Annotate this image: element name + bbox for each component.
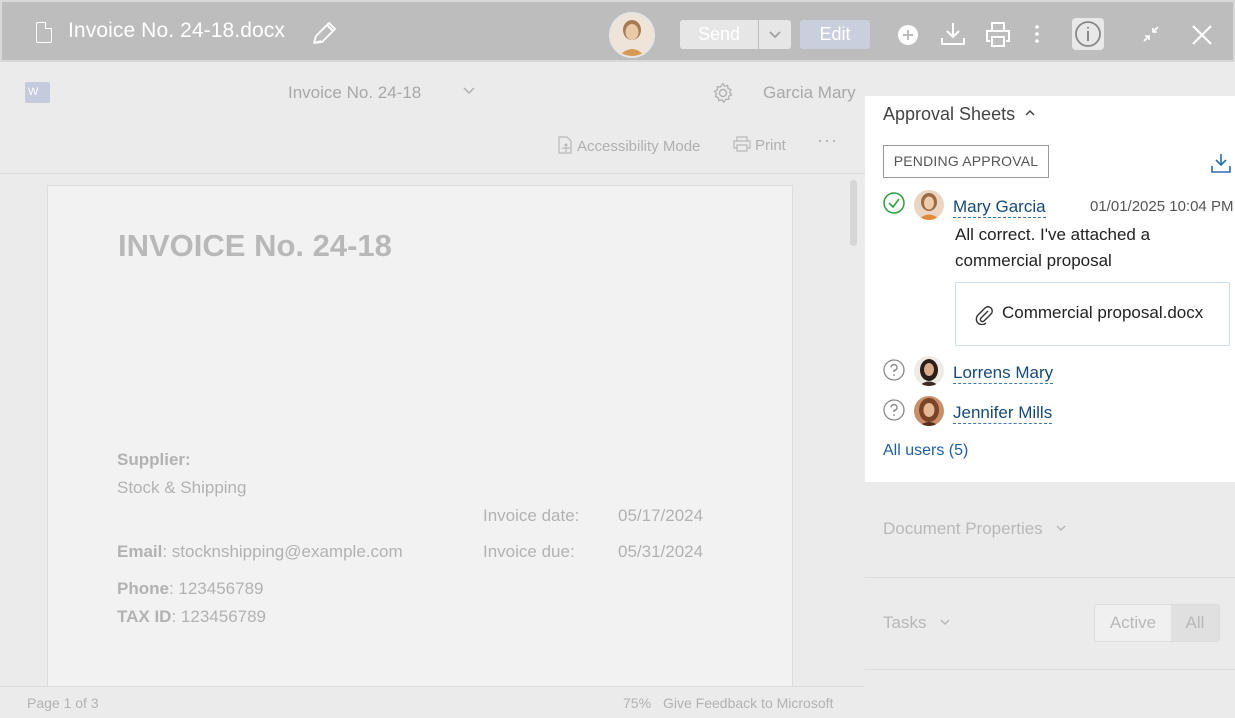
- tasks-filter-toggle: Active All: [1094, 604, 1220, 642]
- send-button[interactable]: Send: [680, 20, 758, 49]
- avatar: [914, 396, 944, 426]
- approval-comment: All correct. I've attached a commercial …: [955, 225, 1151, 270]
- settings-gear-icon[interactable]: [712, 82, 734, 104]
- filter-all-button[interactable]: All: [1171, 605, 1219, 641]
- page-indicator: Page 1 of 3: [27, 695, 99, 711]
- invoice-due-value: 05/31/2024: [618, 542, 704, 561]
- viewer-more-button[interactable]: ···: [817, 130, 838, 151]
- user-avatar[interactable]: [609, 12, 655, 58]
- chevron-down-icon: [769, 31, 781, 39]
- attachment-name: Commercial proposal.docx: [1002, 303, 1204, 322]
- chevron-up-icon[interactable]: [1024, 109, 1036, 117]
- approval-status-badge: PENDING APPROVAL: [883, 145, 1049, 178]
- info-icon[interactable]: [1071, 17, 1105, 51]
- invoice-date-value: 05/17/2024: [618, 506, 704, 525]
- avatar: [914, 190, 944, 220]
- viewer-user-name[interactable]: Garcia Mary: [763, 83, 856, 103]
- send-dropdown-button[interactable]: [759, 20, 791, 49]
- avatar: [914, 356, 944, 386]
- window-header: Invoice No. 24-18.docx Send Edit: [0, 0, 1235, 62]
- attachment-card[interactable]: Commercial proposal.docx: [955, 282, 1230, 346]
- rename-pencil-icon[interactable]: [310, 21, 338, 47]
- viewer-status-bar: Page 1 of 3 75% Give Feedback to Microso…: [0, 686, 865, 718]
- print-icon[interactable]: [984, 20, 1012, 48]
- zoom-level[interactable]: 75%: [623, 695, 651, 711]
- feedback-link[interactable]: Give Feedback to Microsoft: [663, 695, 833, 711]
- paperclip-icon: [975, 306, 993, 325]
- section-divider: [865, 577, 1235, 578]
- document-properties-section[interactable]: Document Properties: [883, 519, 1067, 539]
- minimize-icon[interactable]: [1142, 25, 1160, 43]
- chevron-down-icon[interactable]: [462, 86, 476, 96]
- tasks-section[interactable]: Tasks: [883, 613, 951, 633]
- download-icon[interactable]: [939, 20, 967, 48]
- more-vertical-icon[interactable]: [1032, 24, 1042, 44]
- edit-button[interactable]: Edit: [800, 20, 870, 49]
- accessibility-mode-button[interactable]: Accessibility Mode: [557, 136, 700, 155]
- supplier-phone: Phone: 123456789: [117, 579, 264, 598]
- print-label: Print: [755, 137, 786, 154]
- pending-question-icon: [883, 359, 905, 381]
- approver-name-link[interactable]: Jennifer Mills: [953, 403, 1053, 424]
- document-viewer: W Invoice No. 24-18 Garcia Mary Accessib…: [0, 62, 865, 718]
- toolbar-divider: [0, 173, 865, 174]
- document-icon: [36, 22, 52, 43]
- approved-check-icon: [883, 192, 905, 214]
- close-icon[interactable]: [1191, 24, 1213, 46]
- pending-question-icon: [883, 399, 905, 421]
- viewer-doc-name[interactable]: Invoice No. 24-18: [288, 83, 421, 103]
- approver-name-link[interactable]: Lorrens Mary: [953, 363, 1054, 384]
- supplier-name: Stock & Shipping: [117, 478, 247, 497]
- approver-name-link[interactable]: Mary Garcia: [953, 197, 1046, 218]
- supplier-email: Email: stocknshipping@example.com: [117, 542, 403, 561]
- invoice-title: INVOICE No. 24-18: [118, 228, 392, 263]
- tasks-label: Tasks: [883, 613, 927, 632]
- document-page: INVOICE No. 24-18 Supplier: Stock & Ship…: [47, 185, 793, 705]
- print-icon: [733, 136, 751, 152]
- invoice-due-label: Invoice due:: [483, 542, 575, 561]
- all-users-link[interactable]: All users (5): [883, 442, 968, 460]
- accessibility-label: Accessibility Mode: [577, 138, 701, 155]
- accessibility-icon: [558, 136, 572, 154]
- viewer-print-button[interactable]: Print: [733, 136, 786, 154]
- window-title: Invoice No. 24-18.docx: [68, 19, 285, 42]
- approval-sheets-panel: Approval Sheets PENDING APPROVAL Mary Ga…: [865, 96, 1235, 482]
- word-logo: W: [25, 82, 50, 103]
- approval-sheets-heading[interactable]: Approval Sheets: [883, 104, 1015, 125]
- download-approval-icon[interactable]: [1210, 152, 1232, 174]
- approval-timestamp: 01/01/2025 10:04 PM: [1090, 198, 1234, 215]
- chevron-down-icon: [1056, 525, 1066, 532]
- add-icon[interactable]: [897, 24, 919, 46]
- invoice-date-label: Invoice date:: [483, 506, 580, 525]
- filter-active-button[interactable]: Active: [1095, 605, 1171, 641]
- document-properties-label: Document Properties: [883, 519, 1043, 538]
- supplier-tax-id: TAX ID: 123456789: [117, 607, 267, 626]
- document-scrollbar[interactable]: [850, 180, 857, 246]
- supplier-label: Supplier:: [117, 450, 191, 469]
- chevron-down-icon: [940, 619, 950, 626]
- section-divider: [865, 669, 1235, 670]
